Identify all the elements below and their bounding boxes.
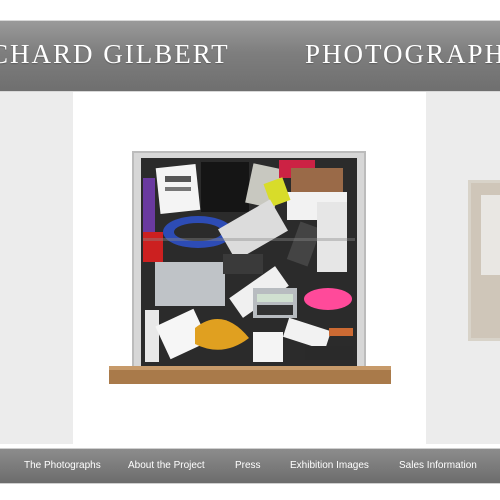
photo-gallery bbox=[0, 92, 500, 444]
site-title-name: CHARD GILBERT bbox=[0, 39, 230, 69]
framed-photo-inner bbox=[481, 195, 500, 275]
header-banner: CHARD GILBERT PHOTOGRAPH bbox=[0, 20, 500, 92]
nav-item-about-the-project[interactable]: About the Project bbox=[128, 460, 205, 471]
nav-item-sales-information[interactable]: Sales Information bbox=[399, 460, 477, 471]
main-photo-drawer[interactable] bbox=[73, 92, 426, 444]
framed-photo-thumbnail bbox=[468, 180, 500, 341]
nav-item-the-photographs[interactable]: The Photographs bbox=[24, 460, 101, 471]
drawer-photo-image bbox=[109, 151, 391, 384]
next-photo-thumbnail[interactable] bbox=[428, 92, 500, 444]
nav-item-exhibition-images[interactable]: Exhibition Images bbox=[290, 460, 369, 471]
nav-item-press[interactable]: Press bbox=[235, 460, 261, 471]
site-title-photography: PHOTOGRAPH bbox=[305, 39, 500, 69]
main-nav: The Photographs About the Project Press … bbox=[0, 448, 500, 484]
